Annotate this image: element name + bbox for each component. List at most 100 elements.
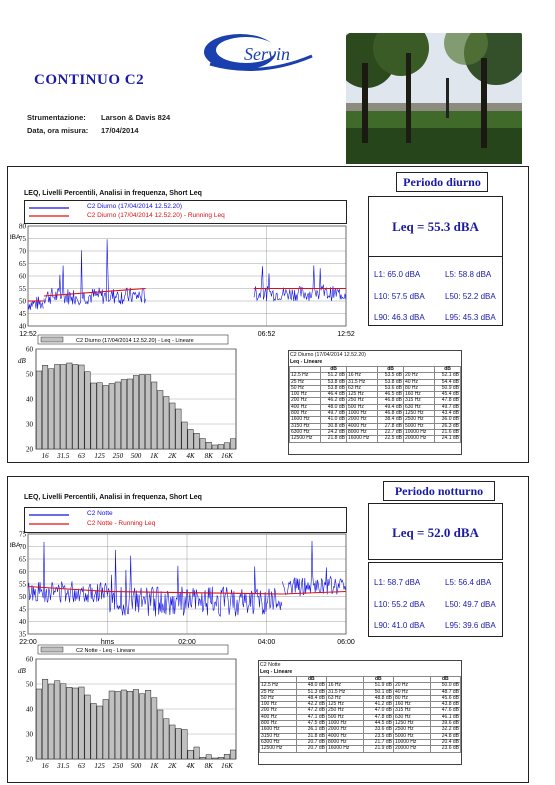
spectrum-xtick-label: 125 bbox=[94, 452, 105, 460]
table-row: 12500 Hz 20.7 dB 16000 Hz 21.9 dB 20000 Hz 23… bbox=[259, 745, 462, 753]
table-cell: 12500 Hz bbox=[288, 435, 322, 443]
ts-ytick-label: 50 bbox=[19, 593, 27, 601]
ts-ylabel: dBA bbox=[10, 542, 21, 549]
day-legend-running: C2 Diurno (17/04/2014 12.52.20) - Runnin… bbox=[87, 212, 225, 219]
spectrum-bar bbox=[223, 442, 230, 450]
spectrum-bar bbox=[102, 699, 109, 760]
day-leq-box: Leq = 55.3 dBA bbox=[368, 196, 503, 257]
night-l10: L10: 55.2 dBA bbox=[374, 600, 425, 609]
spectrum-bar bbox=[60, 364, 67, 450]
day-l1: L1: 65.0 dBA bbox=[374, 270, 421, 279]
ts-ytick-label: 35 bbox=[19, 631, 27, 639]
spectrum-legend: C2 Diurno (17/04/2014 12.52.20) - Leq - … bbox=[37, 334, 229, 345]
spectrum-bar bbox=[223, 754, 230, 760]
day-table-title: C2 Diurno (17/04/2014 12.52.20) bbox=[290, 352, 366, 358]
spectrum-bar bbox=[96, 382, 103, 450]
spectrum-bar bbox=[120, 689, 127, 760]
spectrum-bar bbox=[72, 364, 79, 450]
table-cell: 21.8 dB bbox=[320, 435, 347, 443]
site-photo bbox=[346, 33, 522, 164]
day-section-title: LEQ, Livelli Percentili, Analisi in freq… bbox=[24, 190, 202, 197]
spectrum-bar bbox=[151, 381, 158, 450]
instrument-value: Larson & Davis 824 bbox=[101, 113, 171, 122]
ts-ytick-label: 50 bbox=[19, 298, 27, 306]
spectrum-bar bbox=[60, 683, 67, 760]
spectrum-xtick-label: 16 bbox=[42, 762, 50, 770]
spectrum-xtick-label: 8K bbox=[205, 452, 214, 460]
spectrum-bar bbox=[211, 444, 218, 450]
day-legend-series: C2 Diurno (17/04/2014 12.52.20) bbox=[87, 203, 183, 210]
ts-ytick-label: 65 bbox=[19, 260, 27, 268]
spectrum-ytick-label: 40 bbox=[26, 706, 34, 714]
servin-logo: Servin bbox=[200, 30, 320, 80]
ts-xtick-label: 04:00 bbox=[258, 639, 276, 646]
ts-ytick-label: 55 bbox=[19, 581, 27, 589]
spectrum-legend-label: C2 Notte - Leq - Lineare bbox=[76, 648, 135, 654]
spectrum-xtick-label: 63 bbox=[78, 452, 86, 460]
spectrum-bar bbox=[217, 444, 224, 450]
spectrum-xtick-label: 16K bbox=[221, 452, 233, 460]
ts-ytick-label: 65 bbox=[19, 556, 27, 564]
spectrum-bar bbox=[133, 689, 139, 760]
night-spectrum-chart: C2 Notte - Leq - Lineare 60 50 40 30 20 dB 16 31… bbox=[18, 644, 237, 770]
spectrum-bar bbox=[78, 686, 85, 760]
spectrum-bar bbox=[145, 374, 152, 450]
night-l5: L5: 56.4 dBA bbox=[445, 578, 492, 587]
spectrum-xtick-label: 8K bbox=[205, 762, 214, 770]
spectrum-legend-swatch bbox=[40, 646, 64, 653]
table-cell: 12500 Hz bbox=[259, 745, 297, 753]
spectrum-bar bbox=[229, 438, 236, 450]
ts-ytick-label: 60 bbox=[19, 568, 27, 576]
day-l5: L5: 58.8 dBA bbox=[445, 270, 492, 279]
day-l10: L10: 57.5 dBA bbox=[374, 292, 425, 301]
spectrum-bar bbox=[211, 757, 218, 760]
table-cell: 20000 Hz bbox=[392, 745, 431, 753]
spectrum-xtick-label: 4K bbox=[186, 762, 195, 770]
spectrum-xtick-label: 250 bbox=[113, 762, 124, 770]
day-table-sub: Leq - Lineare bbox=[290, 359, 323, 365]
spectrum-bar bbox=[54, 680, 61, 760]
spectrum-xtick-label: 16 bbox=[42, 452, 50, 460]
day-percentiles-box: L1: 65.0 dBA L5: 58.8 dBA L10: 57.5 dBA … bbox=[368, 256, 503, 326]
spectrum-bar bbox=[205, 754, 212, 760]
spectrum-bar bbox=[120, 379, 127, 450]
spectrum-bar bbox=[175, 728, 182, 760]
spectrum-bar bbox=[181, 729, 188, 760]
ts-ytick-label: 40 bbox=[19, 323, 27, 331]
ts-ytick-label: 60 bbox=[19, 273, 27, 281]
spectrum-bar bbox=[126, 691, 133, 760]
date-label: Data, ora misura: bbox=[27, 126, 89, 135]
spectrum-xtick-label: 4K bbox=[186, 452, 195, 460]
spectrum-bar bbox=[66, 687, 73, 760]
spectrum-bar bbox=[36, 688, 43, 760]
spectrum-bar bbox=[145, 690, 152, 760]
spectrum-ytick-label: 50 bbox=[26, 681, 34, 689]
table-cell: 16000 Hz bbox=[325, 745, 364, 753]
spectrum-bar bbox=[48, 683, 55, 760]
day-spectrum-chart: C2 Diurno (17/04/2014 12.52.20) - Leq - … bbox=[18, 334, 237, 460]
night-table-sub: Leq - Lineare bbox=[260, 669, 293, 675]
day-timeseries-chart: 807570656055504540dBA12:5206:5212:52 bbox=[10, 223, 355, 339]
ts-xtick-label: 06:52 bbox=[258, 331, 276, 338]
spectrum-bar bbox=[163, 396, 170, 450]
spectrum-bar bbox=[114, 381, 121, 450]
spectrum-bar bbox=[199, 438, 206, 450]
spectrum-ytick-label: 20 bbox=[26, 446, 34, 454]
spectrum-ytick-label: 20 bbox=[26, 756, 34, 764]
spectrum-xtick-label: 16K bbox=[221, 762, 233, 770]
spectrum-bar bbox=[84, 694, 91, 760]
ts-ytick-label: 80 bbox=[19, 223, 27, 231]
spectrum-bar bbox=[133, 375, 139, 450]
page-title: CONTINUO C2 bbox=[34, 72, 145, 88]
night-period-label: Periodo notturno bbox=[383, 481, 495, 501]
night-leq-value: Leq = 52.0 dBA bbox=[392, 525, 479, 540]
spectrum-ytick-label: 40 bbox=[26, 396, 34, 404]
ts-xtick-label: 06:00 bbox=[337, 639, 355, 646]
spectrum-bar bbox=[54, 364, 61, 450]
spectrum-bar bbox=[205, 442, 212, 450]
spectrum-bar bbox=[187, 429, 194, 450]
spectrum-xtick-label: 250 bbox=[113, 452, 124, 460]
spectrum-bar bbox=[193, 433, 200, 450]
spectrum-bar bbox=[169, 724, 176, 760]
spectrum-xtick-label: 31.5 bbox=[56, 762, 70, 770]
